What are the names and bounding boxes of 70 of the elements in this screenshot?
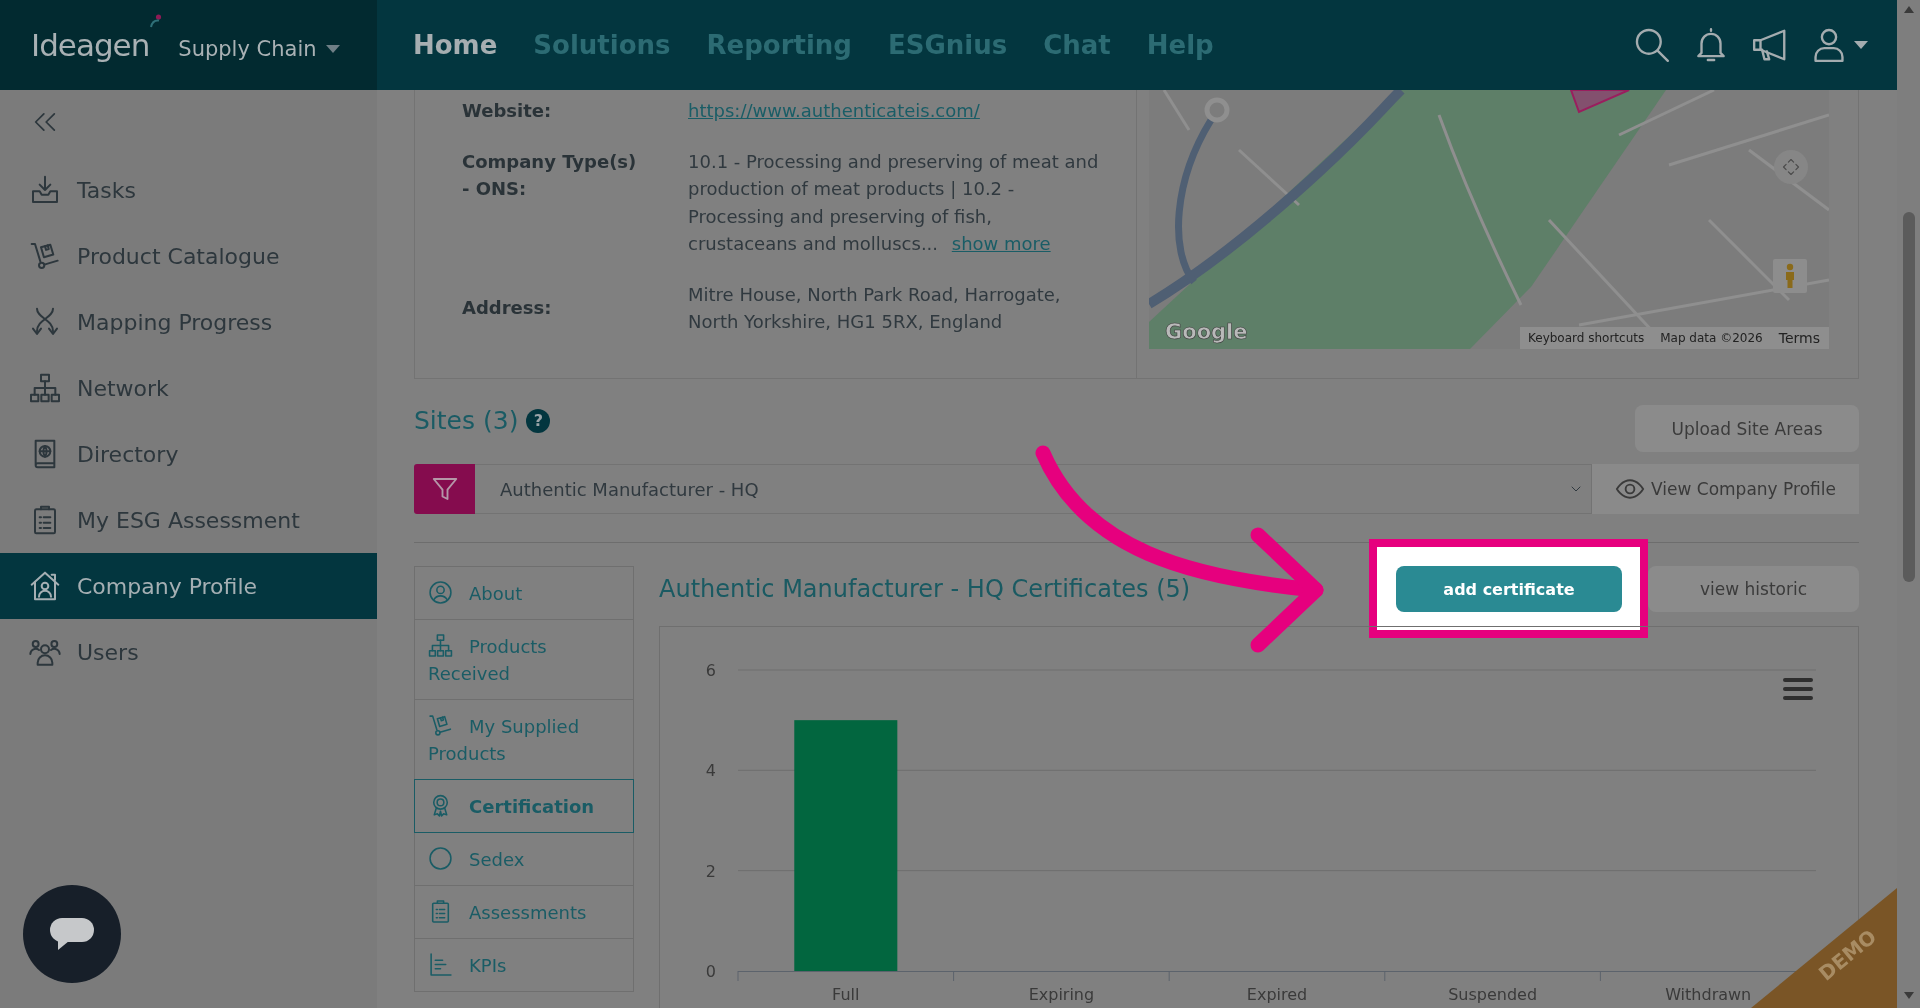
axis-label: 6: [705, 661, 716, 680]
four-way-chevrons-icon: [1782, 158, 1800, 176]
hierarchy-icon: [428, 632, 453, 658]
category-label: Expired: [1246, 985, 1308, 1004]
field-label: Address:: [462, 296, 553, 321]
sidebar-item[interactable]: Mapping Progress: [0, 289, 377, 355]
side-tab[interactable]: Certification: [414, 779, 634, 833]
caret-down-icon: [1854, 41, 1868, 49]
axis-label: 2: [705, 861, 716, 881]
sidebar-item[interactable]: Tasks: [0, 157, 377, 223]
sidebar-item[interactable]: Company Profile: [0, 553, 377, 619]
terms-link[interactable]: Terms: [1778, 330, 1820, 346]
sidebar-item[interactable]: Product Catalogue: [0, 223, 377, 289]
scroll-up-icon[interactable]: [1903, 6, 1914, 13]
side-tab[interactable]: About: [414, 566, 634, 620]
sidebar-item[interactable]: Network: [0, 355, 377, 421]
filter-button[interactable]: [414, 464, 475, 514]
category-label: Full: [832, 985, 860, 1004]
field-label: Company Type(s) - ONS:: [462, 149, 638, 201]
chart-menu-button[interactable]: [1783, 677, 1813, 701]
field-value: 10.1 - Processing and preserving of meat and production of meat products | 10.2 - Processing and preserving of fish, crustaceans and molluscs... show more: [688, 149, 1100, 256]
hierarchy-icon: [29, 372, 61, 404]
sidebar-item[interactable]: Directory: [0, 421, 377, 487]
view-profile-button[interactable]: View Company Profile: [1592, 464, 1859, 514]
map-logo: Google: [1165, 320, 1248, 344]
section-title: Authentic Manufacturer - HQ Certificates (5): [659, 574, 1191, 604]
site-dropdown[interactable]: Authentic Manufacturer - HQ: [475, 464, 1592, 514]
nav-link[interactable]: Home: [413, 29, 498, 61]
hand-truck-icon: [29, 240, 61, 272]
brand-logo: Ideagen: [31, 27, 150, 63]
upload-button[interactable]: Upload Site Areas: [1635, 405, 1859, 452]
search-icon: [1633, 26, 1671, 64]
tray-download-icon: [29, 174, 61, 206]
sidebar-item[interactable]: Users: [0, 619, 377, 685]
chat-bubble-icon: [49, 917, 95, 951]
field-value: Mitre House, North Park Road, Harrogate, North Yorkshire, HG1 5RX, England: [688, 282, 1062, 334]
view-historic-button[interactable]: view historic: [1648, 566, 1859, 612]
logo-mark-icon: [150, 14, 163, 28]
house-person-icon: [29, 570, 61, 602]
hand-truck-icon: [428, 712, 453, 738]
chart-lines-icon: [428, 951, 453, 977]
search-button[interactable]: [1633, 26, 1671, 64]
scroll-down-icon[interactable]: [1903, 992, 1914, 999]
caret-down-icon: [325, 45, 340, 53]
website-link[interactable]: https://www.authenticateis.com/: [688, 100, 980, 121]
ring-icon: [428, 845, 453, 871]
side-tab[interactable]: My Supplied Products: [414, 699, 634, 780]
field-label: Website:: [462, 99, 553, 123]
crossed-arrows-icon: [29, 306, 61, 338]
product-menu-button[interactable]: Supply Chain: [178, 36, 340, 62]
attribution-link[interactable]: Keyboard shortcuts: [1528, 331, 1645, 345]
help-icon[interactable]: ?: [526, 409, 551, 433]
menu-icon: [1783, 677, 1813, 701]
person-circle-icon: [428, 579, 453, 605]
scroll-thumb[interactable]: [1902, 212, 1915, 582]
sidebar-item[interactable]: My ESG Assessment: [0, 487, 377, 553]
axis-label: 0: [705, 962, 716, 981]
add-certificate-button[interactable]: add certificate: [1396, 566, 1622, 612]
show-more-link[interactable]: show more: [951, 233, 1051, 254]
category-label: Withdrawn: [1665, 985, 1752, 1004]
side-tab[interactable]: Assessments: [414, 885, 634, 939]
category-label: Expiring: [1028, 985, 1095, 1004]
axis-label: 4: [705, 761, 716, 781]
side-tab[interactable]: KPIs: [414, 938, 634, 992]
person-figure-icon: [1783, 263, 1797, 289]
attribution-text: Map data ©2026: [1660, 331, 1763, 345]
side-tab[interactable]: Sedex: [414, 832, 634, 886]
side-tab[interactable]: Products Received: [414, 619, 634, 700]
section-title: Sites (3): [414, 406, 519, 436]
category-label: Suspended: [1448, 985, 1538, 1004]
